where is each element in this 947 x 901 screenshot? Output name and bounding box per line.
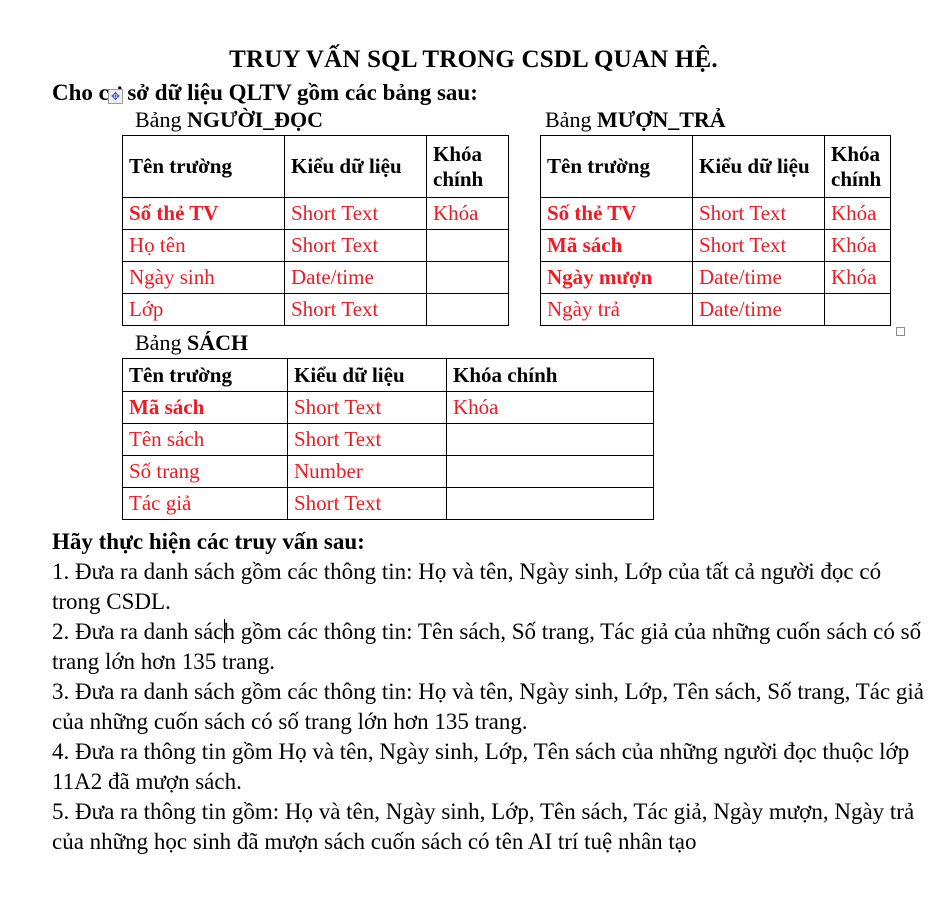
- table-move-handle-icon[interactable]: ✥: [108, 89, 123, 104]
- column-header-datatype: Kiểu dữ liệu: [284, 135, 427, 198]
- caption-muon-tra: Bảng MƯỢN_TRẢ: [545, 107, 726, 133]
- caption-table-name: NGƯỜI_ĐỌC: [186, 107, 324, 132]
- cell-primarykey: Khóa: [824, 261, 891, 294]
- cell-datatype: Date/time: [692, 261, 825, 294]
- table-row: Số thẻ TV Short Text Khóa: [540, 197, 891, 230]
- table-row: Họ tên Short Text: [122, 229, 509, 262]
- cell-field: Tên sách: [122, 423, 288, 456]
- cell-field: Lớp: [122, 293, 285, 326]
- cell-primarykey: Khóa: [824, 229, 891, 262]
- caption-prefix: Bảng: [135, 107, 187, 132]
- cell-datatype: Short Text: [287, 487, 447, 520]
- table-row: Số thẻ TV Short Text Khóa: [122, 197, 509, 230]
- table-row: Ngày mượn Date/time Khóa: [540, 261, 891, 294]
- column-header-datatype: Kiểu dữ liệu: [287, 358, 447, 392]
- caption-nguoi-doc: Bảng NGƯỜI_ĐỌC: [135, 107, 323, 133]
- cell-field: Số trang: [122, 455, 288, 488]
- table-row: Lớp Short Text: [122, 293, 509, 326]
- questions-lead: Hãy thực hiện các truy vấn sau:: [52, 529, 365, 554]
- cell-field: Họ tên: [122, 229, 285, 262]
- table-header-row: Tên trường Kiểu dữ liệu Khóa chính: [122, 358, 654, 392]
- questions-block: Hãy thực hiện các truy vấn sau: 1. Đưa r…: [52, 527, 924, 857]
- column-header-primarykey: Khóa chính: [446, 358, 654, 392]
- document-page: TRUY VẤN SQL TRONG CSDL QUAN HỆ. Cho cơ …: [0, 0, 947, 901]
- cell-primarykey: [446, 455, 654, 488]
- question-item-2: 2. Đưa ra danh sách gồm các thông tin: T…: [52, 619, 922, 674]
- column-header-field: Tên trường: [122, 135, 285, 198]
- page-title: TRUY VẤN SQL TRONG CSDL QUAN HỆ.: [229, 46, 718, 73]
- table-header-row: Tên trường Kiểu dữ liệu Khóa chính: [122, 135, 509, 198]
- caption-sach: Bảng SÁCH: [135, 330, 248, 356]
- cell-field: Số thẻ TV: [122, 197, 285, 230]
- column-header-field: Tên trường: [122, 358, 288, 392]
- cell-primarykey: [426, 293, 509, 326]
- cell-primarykey: [446, 487, 654, 520]
- cell-field: Mã sách: [540, 229, 693, 262]
- cell-datatype: Date/time: [692, 293, 825, 326]
- cell-datatype: Short Text: [287, 391, 447, 424]
- cell-primarykey: Khóa: [824, 197, 891, 230]
- cell-datatype: Short Text: [284, 197, 427, 230]
- table-sach: Tên trường Kiểu dữ liệu Khóa chính Mã sá…: [122, 358, 654, 520]
- cell-field: Số thẻ TV: [540, 197, 693, 230]
- cell-datatype: Number: [287, 455, 447, 488]
- cell-field: Mã sách: [122, 391, 288, 424]
- column-header-field: Tên trường: [540, 135, 693, 198]
- cell-primarykey: [426, 229, 509, 262]
- question-item-1: 1. Đưa ra danh sách gồm các thông tin: H…: [52, 559, 882, 614]
- table-header-row: Tên trường Kiểu dữ liệu Khóa chính: [540, 135, 891, 198]
- table-resize-handle-icon[interactable]: [896, 327, 905, 336]
- text-cursor-caret: [224, 619, 225, 643]
- cell-datatype: Short Text: [692, 229, 825, 262]
- column-header-datatype: Kiểu dữ liệu: [692, 135, 825, 198]
- cell-field: Ngày trả: [540, 293, 693, 326]
- cell-primarykey: [824, 293, 891, 326]
- cell-datatype: Short Text: [284, 293, 427, 326]
- cell-primarykey: [426, 261, 509, 294]
- cell-primarykey: Khóa: [426, 197, 509, 230]
- question-item-4: 4. Đưa ra thông tin gồm Họ và tên, Ngày …: [52, 739, 910, 794]
- cell-datatype: Date/time: [284, 261, 427, 294]
- table-nguoi-doc: Tên trường Kiểu dữ liệu Khóa chính Số th…: [122, 135, 509, 326]
- question-item-5: 5. Đưa ra thông tin gồm: Họ và tên, Ngày…: [52, 799, 915, 854]
- cell-primarykey: Khóa: [446, 391, 654, 424]
- cell-field: Ngày sinh: [122, 261, 285, 294]
- caption-table-name: MƯỢN_TRẢ: [596, 107, 726, 132]
- column-header-primarykey: Khóa chính: [824, 135, 891, 198]
- caption-prefix: Bảng: [545, 107, 597, 132]
- table-row: Tác giả Short Text: [122, 487, 654, 520]
- cell-primarykey: [446, 423, 654, 456]
- caption-prefix: Bảng: [135, 330, 187, 355]
- cell-datatype: Short Text: [692, 197, 825, 230]
- table-row: Ngày trả Date/time: [540, 293, 891, 326]
- table-row: Tên sách Short Text: [122, 423, 654, 456]
- cell-datatype: Short Text: [284, 229, 427, 262]
- table-muon-tra: Tên trường Kiểu dữ liệu Khóa chính Số th…: [540, 135, 891, 326]
- table-row: Mã sách Short Text Khóa: [540, 229, 891, 262]
- column-header-primarykey: Khóa chính: [426, 135, 509, 198]
- table-row: Số trang Number: [122, 455, 654, 488]
- table-row: Mã sách Short Text Khóa: [122, 391, 654, 424]
- cell-field: Ngày mượn: [540, 261, 693, 294]
- table-row: Ngày sinh Date/time: [122, 261, 509, 294]
- cell-datatype: Short Text: [287, 423, 447, 456]
- question-item-2-wrapper: 2. Đưa ra danh sách gồm các thông tin: T…: [52, 617, 924, 677]
- caption-table-name: SÁCH: [186, 330, 249, 355]
- cell-field: Tác giả: [122, 487, 288, 520]
- question-item-3: 3. Đưa ra danh sách gồm các thông tin: H…: [52, 679, 925, 734]
